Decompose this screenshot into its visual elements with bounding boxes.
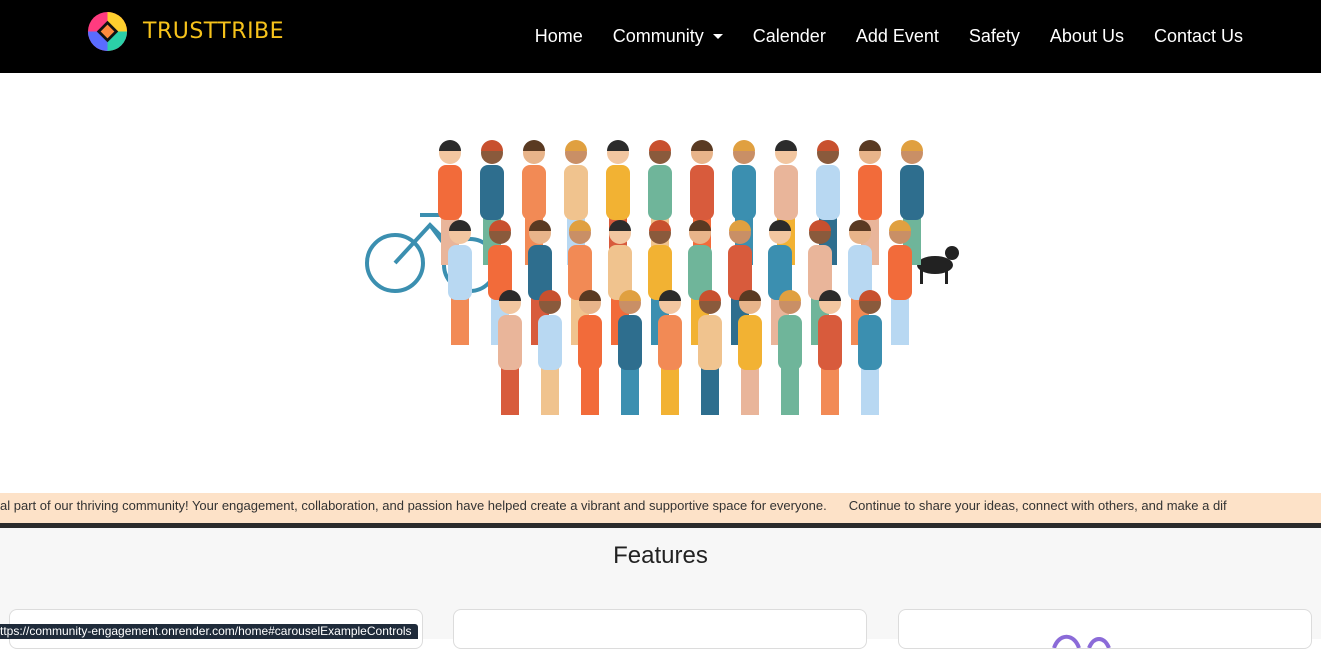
brand-name: TRUSTTRIBE — [143, 19, 285, 44]
ticker-text: al part of our thriving community! Your … — [0, 498, 1249, 513]
nav-community[interactable]: Community — [613, 26, 723, 47]
brand-logo-icon — [87, 11, 128, 52]
main-nav: Home Community Calender Add Event Safety… — [505, 0, 1243, 73]
nav-community-label: Community — [612, 26, 704, 46]
nav-about-us[interactable]: About Us — [1050, 26, 1124, 47]
features-title: Features — [613, 542, 708, 569]
hero-carousel[interactable] — [0, 73, 1321, 493]
nav-safety[interactable]: Safety — [969, 26, 1020, 47]
announcement-ticker: al part of our thriving community! Your … — [0, 493, 1321, 523]
dog-icon — [917, 246, 959, 284]
ticker-message-1: al part of our thriving community! Your … — [0, 498, 827, 513]
nav-contact-us[interactable]: Contact Us — [1154, 26, 1243, 47]
feature-card[interactable] — [898, 609, 1312, 649]
nav-home[interactable]: Home — [535, 26, 583, 47]
crowd-people — [438, 140, 924, 415]
chevron-down-icon — [712, 34, 723, 39]
navbar: TRUSTTRIBE Home Community Calender Add E… — [0, 0, 1321, 73]
nav-add-event[interactable]: Add Event — [856, 26, 939, 47]
bicycle-icon — [365, 213, 498, 293]
feature-card[interactable] — [453, 609, 867, 649]
brand[interactable]: TRUSTTRIBE — [86, 10, 284, 53]
ticker-message-2: Continue to share your ideas, connect wi… — [848, 498, 1227, 513]
features-section: Features — [0, 528, 1321, 649]
feature-image — [1052, 634, 1111, 648]
nav-calendar[interactable]: Calender — [753, 26, 826, 47]
status-bar-url: ttps://community-engagement.onrender.com… — [0, 624, 418, 639]
community-crowd-illustration — [365, 140, 959, 415]
